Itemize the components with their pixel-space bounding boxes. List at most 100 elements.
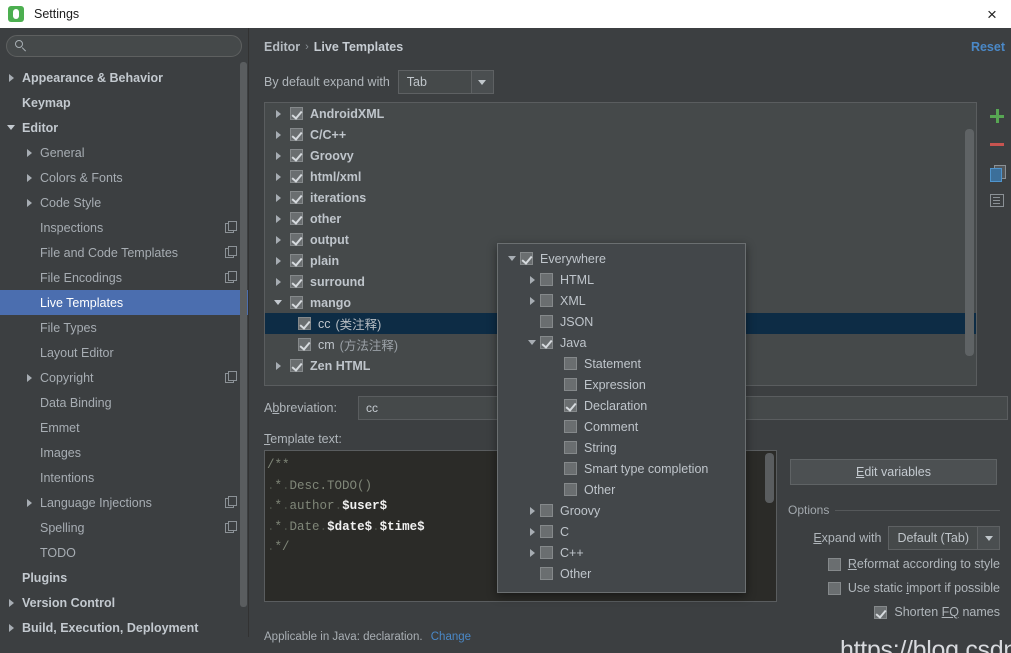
popup-checkbox[interactable]: [564, 462, 577, 475]
popup-checkbox[interactable]: [564, 399, 577, 412]
popup-context-row[interactable]: String: [498, 437, 745, 458]
template-row[interactable]: iterations: [265, 187, 976, 208]
breadcrumb-parent[interactable]: Editor: [264, 40, 300, 54]
sidebar-item-appearance-behavior[interactable]: Appearance & Behavior: [0, 65, 248, 90]
sidebar-item-file-encodings[interactable]: File Encodings: [0, 265, 248, 290]
reformat-checkbox[interactable]: Reformat according to style: [788, 557, 1000, 571]
chevron-down-icon[interactable]: [508, 256, 516, 261]
popup-context-row[interactable]: C++: [498, 542, 745, 563]
popup-context-row[interactable]: XML: [498, 290, 745, 311]
template-checkbox[interactable]: [290, 191, 303, 204]
popup-context-row[interactable]: JSON: [498, 311, 745, 332]
chevron-right-icon[interactable]: [275, 109, 281, 118]
close-icon[interactable]: ×: [981, 4, 1003, 24]
sidebar-item-keymap[interactable]: Keymap: [0, 90, 248, 115]
popup-context-row[interactable]: Expression: [498, 374, 745, 395]
template-checkbox[interactable]: [290, 107, 303, 120]
popup-checkbox[interactable]: [540, 567, 553, 580]
context-selection-popup[interactable]: Everywhere HTML XML JSON Java Statement Expres…: [497, 243, 746, 593]
chevron-right-icon[interactable]: [529, 548, 535, 557]
template-checkbox[interactable]: [290, 170, 303, 183]
sidebar-item-copyright[interactable]: Copyright: [0, 365, 248, 390]
templates-scrollbar-thumb[interactable]: [965, 129, 974, 356]
popup-context-row[interactable]: Comment: [498, 416, 745, 437]
template-row[interactable]: Groovy: [265, 145, 976, 166]
copy-settings-icon[interactable]: [225, 221, 237, 233]
template-row[interactable]: other: [265, 208, 976, 229]
template-row[interactable]: C/C++: [265, 124, 976, 145]
sidebar-item-todo[interactable]: TODO: [0, 540, 248, 565]
chevron-right-icon[interactable]: [529, 506, 535, 515]
popup-context-row[interactable]: Groovy: [498, 500, 745, 521]
chevron-right-icon[interactable]: [529, 275, 535, 284]
chevron-right-icon[interactable]: [275, 130, 281, 139]
template-checkbox[interactable]: [290, 128, 303, 141]
chevron-right-icon[interactable]: [26, 373, 32, 382]
chevron-down-icon[interactable]: [528, 340, 536, 345]
sidebar-item-general[interactable]: General: [0, 140, 248, 165]
chevron-right-icon[interactable]: [8, 598, 14, 607]
search-box[interactable]: [6, 35, 242, 57]
popup-checkbox[interactable]: [540, 315, 553, 328]
change-link[interactable]: Change: [431, 631, 471, 643]
chevron-right-icon[interactable]: [275, 151, 281, 160]
sidebar-item-inspections[interactable]: Inspections: [0, 215, 248, 240]
popup-context-row[interactable]: Java: [498, 332, 745, 353]
popup-checkbox[interactable]: [564, 378, 577, 391]
chevron-right-icon[interactable]: [275, 277, 281, 286]
template-checkbox[interactable]: [290, 254, 303, 267]
chevron-right-icon[interactable]: [529, 527, 535, 536]
popup-context-row[interactable]: Other: [498, 563, 745, 584]
chevron-right-icon[interactable]: [275, 256, 281, 265]
popup-checkbox[interactable]: [540, 294, 553, 307]
sidebar-item-data-binding[interactable]: Data Binding: [0, 390, 248, 415]
chevron-right-icon[interactable]: [8, 73, 14, 82]
popup-checkbox[interactable]: [564, 483, 577, 496]
search-input[interactable]: [31, 36, 233, 56]
copy-settings-icon[interactable]: [225, 246, 237, 258]
expand-with-select[interactable]: Default (Tab): [888, 526, 1000, 550]
copy-settings-icon[interactable]: [225, 496, 237, 508]
chevron-down-icon[interactable]: [274, 300, 282, 305]
chevron-right-icon[interactable]: [26, 148, 32, 157]
chevron-right-icon[interactable]: [275, 172, 281, 181]
edit-variables-button[interactable]: Edit variables: [790, 459, 997, 485]
popup-context-row[interactable]: Everywhere: [498, 248, 745, 269]
chevron-right-icon[interactable]: [275, 235, 281, 244]
popup-context-row[interactable]: Other: [498, 479, 745, 500]
template-checkbox[interactable]: [298, 317, 311, 330]
popup-checkbox[interactable]: [540, 546, 553, 559]
popup-checkbox[interactable]: [564, 441, 577, 454]
checkbox-box[interactable]: [827, 581, 841, 595]
template-checkbox[interactable]: [290, 296, 303, 309]
template-row[interactable]: AndroidXML: [265, 103, 976, 124]
sidebar-item-editor[interactable]: Editor: [0, 115, 248, 140]
copy-settings-icon[interactable]: [225, 371, 237, 383]
sidebar-item-intentions[interactable]: Intentions: [0, 465, 248, 490]
template-checkbox[interactable]: [290, 149, 303, 162]
popup-checkbox[interactable]: [540, 273, 553, 286]
template-row[interactable]: html/xml: [265, 166, 976, 187]
sidebar-item-colors-fonts[interactable]: Colors & Fonts: [0, 165, 248, 190]
checkbox-box[interactable]: [827, 557, 841, 571]
sidebar-scrollbar-thumb[interactable]: [240, 62, 247, 607]
template-checkbox[interactable]: [290, 212, 303, 225]
chevron-right-icon[interactable]: [275, 214, 281, 223]
chevron-down-icon[interactable]: [977, 527, 999, 549]
chevron-right-icon[interactable]: [8, 623, 14, 632]
sidebar-item-plugins[interactable]: Plugins: [0, 565, 248, 590]
chevron-right-icon[interactable]: [26, 198, 32, 207]
copy-settings-icon[interactable]: [225, 521, 237, 533]
sidebar-item-file-types[interactable]: File Types: [0, 315, 248, 340]
chevron-right-icon[interactable]: [529, 296, 535, 305]
popup-checkbox[interactable]: [564, 357, 577, 370]
popup-context-row[interactable]: Statement: [498, 353, 745, 374]
add-template-button[interactable]: [985, 104, 1009, 128]
template-text-scrollbar-thumb[interactable]: [765, 453, 774, 503]
sidebar-item-emmet[interactable]: Emmet: [0, 415, 248, 440]
shorten-fq-checkbox[interactable]: Shorten FQ names: [788, 605, 1000, 619]
sidebar-item-language-injections[interactable]: Language Injections: [0, 490, 248, 515]
chevron-down-icon[interactable]: [470, 71, 493, 93]
reset-link[interactable]: Reset: [971, 40, 1005, 54]
sidebar-item-layout-editor[interactable]: Layout Editor: [0, 340, 248, 365]
